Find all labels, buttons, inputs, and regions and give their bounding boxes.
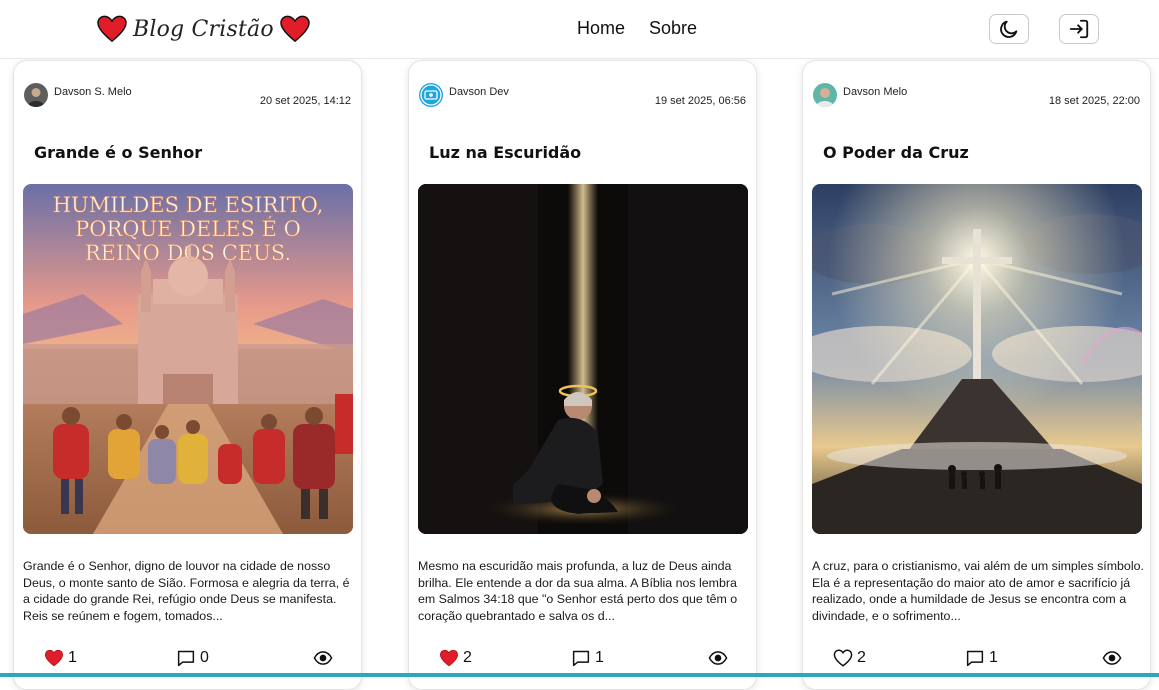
- post-title[interactable]: Grande é o Senhor: [34, 143, 202, 162]
- heart-filled-icon: [439, 649, 459, 667]
- heart-logo-icon: [97, 15, 127, 43]
- svg-text:REINO DOS CEUS.: REINO DOS CEUS.: [85, 241, 291, 265]
- comment-button[interactable]: 1: [571, 649, 604, 667]
- post-image[interactable]: HUMILDES DE ESIRITO, PORQUE DELES É O RE…: [23, 184, 353, 534]
- post-stats: 2 1: [409, 649, 756, 669]
- nav-sobre-link[interactable]: Sobre: [649, 18, 697, 39]
- comment-icon: [572, 650, 590, 667]
- moon-icon: [1000, 20, 1018, 38]
- like-button[interactable]: 2: [833, 649, 866, 667]
- svg-text:HUMILDES DE ESIRITO,: HUMILDES DE ESIRITO,: [53, 193, 324, 217]
- heart-logo-icon: [280, 15, 310, 43]
- main-nav: Home Sobre: [577, 18, 697, 39]
- like-count: 2: [857, 649, 866, 666]
- eye-icon: [708, 651, 728, 665]
- like-button[interactable]: 2: [439, 649, 472, 667]
- city-procession-illustration: HUMILDES DE ESIRITO, PORQUE DELES É O RE…: [23, 184, 353, 534]
- comment-icon: [966, 650, 984, 667]
- comment-count: 0: [200, 649, 209, 666]
- nav-home-link[interactable]: Home: [577, 18, 625, 39]
- views-button[interactable]: [708, 649, 728, 667]
- post-stats: 2 1: [803, 649, 1150, 669]
- post-card[interactable]: Davson Dev 19 set 2025, 06:56 Luz na Esc…: [408, 60, 757, 690]
- praying-woman-illustration: [418, 184, 748, 534]
- views-button[interactable]: [1102, 649, 1122, 667]
- footer-accent-strip: [0, 673, 1159, 677]
- post-author[interactable]: Davson Dev: [419, 83, 509, 107]
- author-name: Davson S. Melo: [54, 86, 132, 98]
- author-name: Davson Dev: [449, 86, 509, 98]
- brand-name: Blog Cristão: [133, 16, 274, 42]
- avatar: [813, 83, 837, 107]
- login-icon: [1069, 19, 1089, 39]
- svg-text:PORQUE DELES É O: PORQUE DELES É O: [75, 217, 301, 241]
- post-excerpt: A cruz, para o cristianismo, vai além de…: [812, 559, 1144, 623]
- post-date: 19 set 2025, 06:56: [654, 95, 746, 107]
- brand-logo[interactable]: Blog Cristão: [97, 12, 310, 46]
- avatar: [419, 83, 443, 107]
- comment-icon: [177, 650, 195, 667]
- theme-toggle-button[interactable]: [989, 14, 1029, 44]
- post-image[interactable]: [812, 184, 1142, 534]
- login-button[interactable]: [1059, 14, 1099, 44]
- like-count: 2: [463, 649, 472, 666]
- post-title[interactable]: Luz na Escuridão: [429, 143, 581, 162]
- post-date: 18 set 2025, 22:00: [1048, 95, 1140, 107]
- post-title[interactable]: O Poder da Cruz: [823, 143, 969, 162]
- like-count: 1: [68, 649, 77, 666]
- eye-icon: [313, 651, 333, 665]
- post-author[interactable]: Davson S. Melo: [24, 83, 132, 107]
- post-image[interactable]: [418, 184, 748, 534]
- heart-filled-icon: [44, 649, 64, 667]
- top-header: Blog Cristão Home Sobre: [0, 0, 1159, 59]
- post-date: 20 set 2025, 14:12: [259, 95, 351, 107]
- comment-count: 1: [595, 649, 604, 666]
- cross-on-mountain-illustration: [812, 184, 1142, 534]
- post-excerpt: Grande é o Senhor, digno de louvor na ci…: [23, 559, 350, 623]
- avatar: [24, 83, 48, 107]
- like-button[interactable]: 1: [44, 649, 77, 667]
- heart-outline-icon: [833, 649, 853, 667]
- views-button[interactable]: [313, 649, 333, 667]
- post-card[interactable]: Davson Melo 18 set 2025, 22:00 O Poder d…: [802, 60, 1151, 690]
- comment-count: 1: [989, 649, 998, 666]
- post-card[interactable]: Davson S. Melo 20 set 2025, 14:12 Grande…: [13, 60, 362, 690]
- eye-icon: [1102, 651, 1122, 665]
- post-stats: 1 0: [14, 649, 361, 669]
- comment-button[interactable]: 0: [176, 649, 209, 667]
- author-name: Davson Melo: [843, 86, 908, 98]
- post-excerpt: Mesmo na escuridão mais profunda, a luz …: [418, 559, 738, 623]
- comment-button[interactable]: 1: [965, 649, 998, 667]
- post-author[interactable]: Davson Melo: [813, 83, 907, 107]
